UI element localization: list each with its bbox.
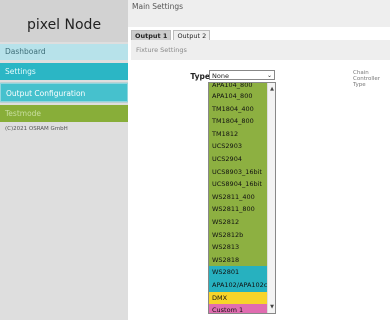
chain-controller-type-label: Chain Controller Type [353, 70, 381, 88]
type-select-value: None [212, 72, 229, 80]
dropdown-option[interactable]: WS2812b [209, 228, 267, 242]
type-dropdown-list[interactable]: APA104_800 APA104_800 TM1804_400 TM1804_800… [208, 82, 276, 314]
dropdown-option[interactable]: DMX [209, 291, 267, 305]
chevron-up-icon[interactable]: ▲ [268, 86, 275, 92]
dropdown-option[interactable]: WS2812 [209, 215, 267, 229]
sidebar-item-settings[interactable]: Settings [0, 63, 128, 80]
dropdown-options: APA104_800 APA104_800 TM1804_400 TM1804_800… [209, 83, 267, 313]
chevron-down-icon: ⌄ [266, 72, 272, 79]
dropdown-option[interactable]: Custom 1 [209, 304, 267, 313]
dropdown-option[interactable]: WS2818 [209, 253, 267, 267]
type-select[interactable]: None ⌄ [209, 70, 275, 80]
dropdown-option[interactable]: WS2801 [209, 266, 267, 279]
copyright-text: (C)2021 OSRAM GmbH [5, 126, 68, 132]
dropdown-scrollbar[interactable]: ▲ ▼ [267, 83, 275, 313]
sidebar-item-dashboard[interactable]: Dashboard [0, 44, 128, 60]
dropdown-option[interactable]: UCS8904_16bit [209, 178, 267, 191]
dropdown-option[interactable]: WS2811_800 [209, 203, 267, 216]
type-label: Type [190, 72, 210, 81]
dropdown-option[interactable]: APA104_800 [209, 83, 267, 90]
chevron-down-icon[interactable]: ▼ [268, 304, 275, 310]
dropdown-option[interactable]: TM1812 [209, 127, 267, 141]
page-title: Main Settings [128, 0, 390, 27]
dropdown-option[interactable]: UCS2904 [209, 152, 267, 166]
dropdown-option[interactable]: WS2813 [209, 241, 267, 254]
dropdown-option[interactable]: WS2811_400 [209, 190, 267, 204]
dropdown-option[interactable]: APA102/APA102c [209, 278, 267, 292]
sidebar-item-output-configuration[interactable]: Output Configuration [0, 83, 128, 102]
dropdown-option[interactable]: UCS2903 [209, 140, 267, 153]
sidebar: pixel Node Dashboard Settings Output Con… [0, 0, 128, 320]
brand-title: pixel Node [0, 0, 128, 42]
sidebar-item-testmode[interactable]: Testmode [0, 105, 128, 122]
dropdown-option[interactable]: APA104_800 [209, 90, 267, 103]
dropdown-option[interactable]: TM1804_800 [209, 115, 267, 128]
dropdown-option[interactable]: UCS8903_16bit [209, 165, 267, 179]
fixture-settings-header: Fixture Settings [131, 40, 390, 60]
dropdown-option[interactable]: TM1804_400 [209, 102, 267, 116]
